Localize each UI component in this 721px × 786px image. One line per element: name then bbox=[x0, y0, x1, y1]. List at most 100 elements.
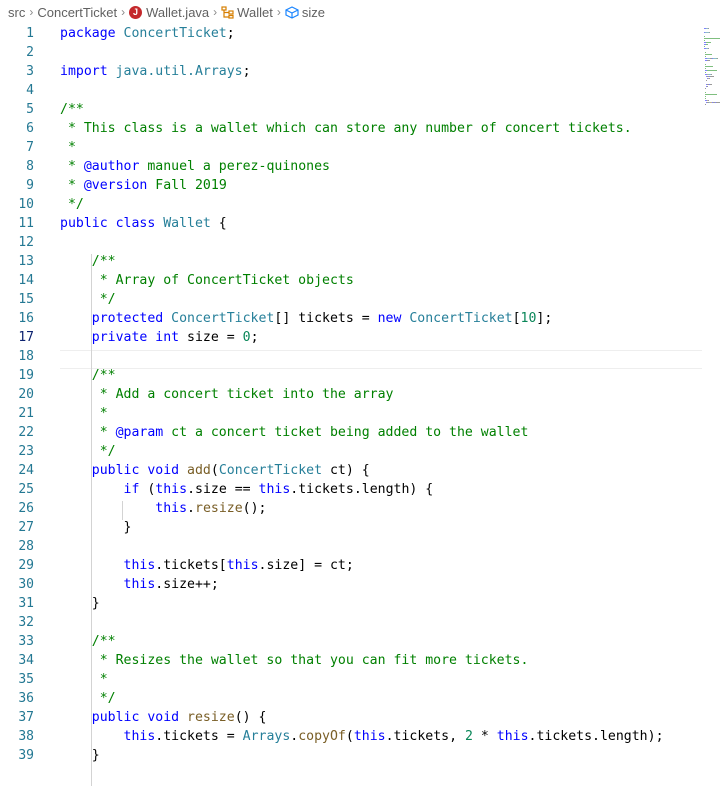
code-token: new bbox=[377, 311, 410, 326]
code-token: void bbox=[147, 463, 188, 478]
code-text: * @param ct a concert ticket being added… bbox=[60, 423, 529, 442]
code-token: Wallet bbox=[163, 216, 211, 231]
code-text: */ bbox=[60, 442, 116, 461]
code-line[interactable]: 1 package ConcertTicket; bbox=[0, 24, 700, 43]
code-token: ConcertTicket bbox=[123, 26, 227, 41]
code-token: add bbox=[187, 463, 211, 478]
code-line[interactable]: 11 public class Wallet { bbox=[0, 214, 700, 233]
code-line[interactable]: 12 bbox=[0, 233, 700, 252]
code-token: .size == bbox=[187, 482, 259, 497]
chevron-right-icon: › bbox=[276, 5, 281, 19]
code-line[interactable]: 30 this.size++; bbox=[0, 575, 700, 594]
code-line[interactable]: 5 /** bbox=[0, 100, 700, 119]
code-line[interactable]: 27 } bbox=[0, 518, 700, 537]
code-token: */ bbox=[60, 292, 116, 307]
code-token: package bbox=[60, 26, 124, 41]
code-token: [ bbox=[512, 311, 521, 326]
line-number: 28 bbox=[18, 539, 34, 554]
code-line[interactable]: 25 if (this.size == this.tickets.length)… bbox=[0, 480, 700, 499]
code-line[interactable]: 18 bbox=[0, 347, 700, 366]
code-line[interactable]: 39 } bbox=[0, 746, 700, 765]
code-line[interactable]: 4 bbox=[0, 81, 700, 100]
code-token: ( bbox=[210, 463, 219, 478]
code-token: ; bbox=[250, 330, 259, 345]
code-token: } bbox=[60, 596, 100, 611]
code-line[interactable]: 33 /** bbox=[0, 632, 700, 651]
code-line[interactable]: 37 public void resize() { bbox=[0, 708, 700, 727]
code-line[interactable]: 16 protected ConcertTicket[] tickets = n… bbox=[0, 309, 700, 328]
minimap-line bbox=[716, 58, 718, 59]
code-text: protected ConcertTicket[] tickets = new … bbox=[60, 309, 553, 328]
code-line[interactable]: 14 * Array of ConcertTicket objects bbox=[0, 271, 700, 290]
breadcrumb-item-field[interactable]: size bbox=[302, 5, 325, 20]
code-line[interactable]: 2 bbox=[0, 43, 700, 62]
code-text: * bbox=[60, 670, 108, 689]
code-line[interactable]: 9 * @version Fall 2019 bbox=[0, 176, 700, 195]
code-line[interactable]: 35 * bbox=[0, 670, 700, 689]
code-text: public void add(ConcertTicket ct) { bbox=[60, 461, 370, 480]
code-token: 10 bbox=[520, 311, 537, 326]
minimap-line bbox=[704, 52, 706, 53]
code-token: this bbox=[155, 482, 188, 497]
code-line[interactable]: 10 */ bbox=[0, 195, 700, 214]
code-text: * Array of ConcertTicket objects bbox=[60, 271, 354, 290]
code-line[interactable]: 13 /** bbox=[0, 252, 700, 271]
code-text: } bbox=[60, 594, 100, 613]
code-line[interactable]: 36 */ bbox=[0, 689, 700, 708]
breadcrumb-item-class[interactable]: Wallet bbox=[237, 5, 273, 20]
minimap-line bbox=[708, 60, 710, 61]
code-line[interactable]: 22 * @param ct a concert ticket being ad… bbox=[0, 423, 700, 442]
code-line[interactable]: 32 bbox=[0, 613, 700, 632]
minimap[interactable] bbox=[704, 24, 721, 184]
code-token: int bbox=[155, 330, 180, 345]
line-number: 39 bbox=[18, 748, 34, 763]
code-token: } bbox=[60, 748, 100, 763]
code-token: * bbox=[60, 140, 76, 155]
code-token: * bbox=[60, 178, 84, 193]
minimap-line bbox=[716, 102, 721, 103]
breadcrumb-item-src[interactable]: src bbox=[8, 5, 25, 20]
breadcrumb-item-file[interactable]: Wallet.java bbox=[146, 5, 209, 20]
minimap-line bbox=[708, 32, 710, 33]
code-line[interactable]: 8 * @author manuel a perez-quinones bbox=[0, 157, 700, 176]
field-icon bbox=[285, 5, 299, 19]
line-number: 14 bbox=[18, 273, 34, 288]
code-token: public bbox=[60, 463, 148, 478]
code-line[interactable]: 3 import java.util.Arrays; bbox=[0, 62, 700, 81]
code-line[interactable]: 7 * bbox=[0, 138, 700, 157]
line-number: 30 bbox=[18, 577, 34, 592]
code-line[interactable]: 38 this.tickets = Arrays.copyOf(this.tic… bbox=[0, 727, 700, 746]
code-line[interactable]: 21 * bbox=[0, 404, 700, 423]
line-number: 19 bbox=[18, 368, 34, 383]
code-token: size = bbox=[179, 330, 243, 345]
code-token: ; bbox=[226, 26, 235, 41]
code-editor[interactable]: 1 package ConcertTicket; 2 3 import java.uti… bbox=[0, 24, 702, 786]
code-line[interactable]: 34 * Resizes the wallet so that you can … bbox=[0, 651, 700, 670]
line-number: 17 bbox=[18, 330, 34, 345]
line-number: 4 bbox=[26, 83, 34, 98]
code-text: * This class is a wallet which can store… bbox=[60, 119, 632, 138]
code-line[interactable]: 19 /** bbox=[0, 366, 700, 385]
code-line[interactable]: 26 this.resize(); bbox=[0, 499, 700, 518]
code-line[interactable]: 29 this.tickets[this.size] = ct; bbox=[0, 556, 700, 575]
minimap-line bbox=[704, 38, 720, 39]
code-token: this bbox=[60, 577, 156, 592]
breadcrumb-item-package[interactable]: ConcertTicket bbox=[37, 5, 117, 20]
code-line[interactable]: 6 * This class is a wallet which can sto… bbox=[0, 119, 700, 138]
code-text: } bbox=[60, 746, 100, 765]
code-line[interactable]: 17 private int size = 0; bbox=[0, 328, 700, 347]
line-number: 24 bbox=[18, 463, 34, 478]
code-line[interactable]: 31 } bbox=[0, 594, 700, 613]
line-number: 13 bbox=[18, 254, 34, 269]
minimap-line bbox=[705, 66, 714, 67]
code-line[interactable]: 23 */ bbox=[0, 442, 700, 461]
code-line[interactable]: 20 * Add a concert ticket into the array bbox=[0, 385, 700, 404]
minimap-line bbox=[705, 56, 706, 57]
code-token: * bbox=[60, 672, 108, 687]
code-line[interactable]: 15 */ bbox=[0, 290, 700, 309]
code-token: public bbox=[60, 216, 116, 231]
code-line[interactable]: 24 public void add(ConcertTicket ct) { bbox=[0, 461, 700, 480]
code-line[interactable]: 28 bbox=[0, 537, 700, 556]
line-number: 27 bbox=[18, 520, 34, 535]
code-token: */ bbox=[60, 444, 116, 459]
